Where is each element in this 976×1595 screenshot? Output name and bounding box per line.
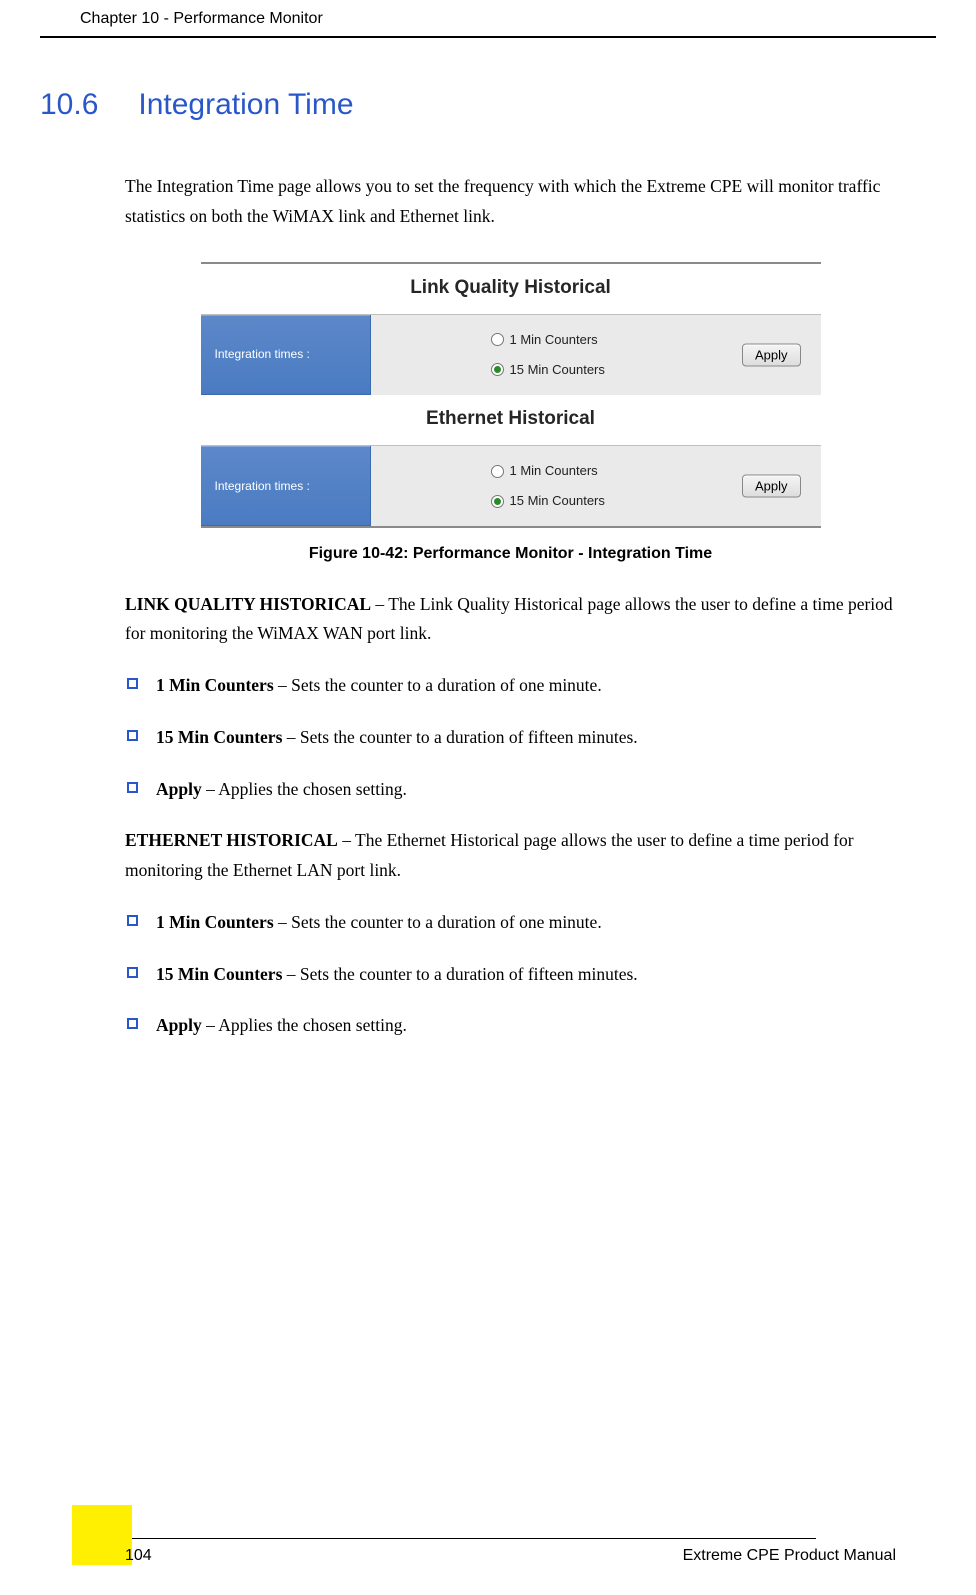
link-quality-row: Integration times : 1 Min Counters 15 Mi… xyxy=(201,314,821,395)
bullet-desc: – Sets the counter to a duration of fift… xyxy=(282,727,637,747)
bullet-text: 15 Min Counters – Sets the counter to a … xyxy=(156,723,896,753)
radio-icon xyxy=(491,495,504,508)
bullet-desc: – Sets the counter to a duration of one … xyxy=(274,912,602,932)
page-footer: 104 Extreme CPE Product Manual xyxy=(0,1538,976,1565)
ethernet-row: Integration times : 1 Min Counters 15 Mi… xyxy=(201,445,821,526)
radio-icon xyxy=(491,465,504,478)
bullet-label: 15 Min Counters xyxy=(156,727,282,747)
bullet-item: 15 Min Counters – Sets the counter to a … xyxy=(125,723,896,753)
ethernet-desc: ETHERNET HISTORICAL – The Ethernet Histo… xyxy=(125,826,896,886)
ethernet-options: 1 Min Counters 15 Min Counters Apply xyxy=(371,446,821,526)
intro-paragraph: The Integration Time page allows you to … xyxy=(125,172,896,232)
bullet-icon xyxy=(127,1018,138,1029)
bullet-text: 15 Min Counters – Sets the counter to a … xyxy=(156,960,896,990)
link-quality-options: 1 Min Counters 15 Min Counters Apply xyxy=(371,315,821,395)
figure-title-ethernet: Ethernet Historical xyxy=(201,395,821,445)
bullet-item: 1 Min Counters – Sets the counter to a d… xyxy=(125,908,896,938)
manual-name: Extreme CPE Product Manual xyxy=(683,1547,896,1565)
bullet-text: 1 Min Counters – Sets the counter to a d… xyxy=(156,908,896,938)
bullet-label: 15 Min Counters xyxy=(156,964,282,984)
bullet-text: Apply – Applies the chosen setting. xyxy=(156,1011,896,1041)
radio-label: 15 Min Counters xyxy=(510,490,605,512)
bullet-icon xyxy=(127,782,138,793)
bullet-icon xyxy=(127,915,138,926)
bullet-icon xyxy=(127,967,138,978)
footer-rule xyxy=(125,1538,816,1539)
apply-button[interactable]: Apply xyxy=(742,475,801,498)
link-quality-heading: LINK QUALITY HISTORICAL xyxy=(125,594,371,614)
bullet-item: Apply – Applies the chosen setting. xyxy=(125,1011,896,1041)
radio-label: 1 Min Counters xyxy=(510,460,598,482)
page-header: Chapter 10 - Performance Monitor xyxy=(40,0,936,38)
apply-button[interactable]: Apply xyxy=(742,343,801,366)
bullet-desc: – Sets the counter to a duration of one … xyxy=(274,675,602,695)
bullet-item: 15 Min Counters – Sets the counter to a … xyxy=(125,960,896,990)
link-quality-desc: LINK QUALITY HISTORICAL – The Link Quali… xyxy=(125,590,896,650)
section-title: Integration Time xyxy=(138,88,353,122)
section-heading: 10.6 Integration Time xyxy=(0,38,976,122)
integration-times-label: Integration times : xyxy=(201,446,371,526)
radio-label: 15 Min Counters xyxy=(510,359,605,381)
figure-caption: Figure 10-42: Performance Monitor - Inte… xyxy=(125,540,896,567)
radio-icon xyxy=(491,333,504,346)
figure-title-link-quality: Link Quality Historical xyxy=(201,264,821,314)
bullet-desc: – Applies the chosen setting. xyxy=(202,779,407,799)
section-number: 10.6 xyxy=(40,88,98,122)
page-number: 104 xyxy=(0,1547,152,1565)
bullet-label: 1 Min Counters xyxy=(156,912,274,932)
bullet-text: Apply – Applies the chosen setting. xyxy=(156,775,896,805)
bullet-label: Apply xyxy=(156,779,202,799)
ethernet-heading: ETHERNET HISTORICAL xyxy=(125,830,338,850)
radio-label: 1 Min Counters xyxy=(510,329,598,351)
bullet-item: Apply – Applies the chosen setting. xyxy=(125,775,896,805)
bullet-icon xyxy=(127,678,138,689)
bullet-label: Apply xyxy=(156,1015,202,1035)
radio-icon xyxy=(491,363,504,376)
main-content: The Integration Time page allows you to … xyxy=(0,122,976,1041)
bullet-text: 1 Min Counters – Sets the counter to a d… xyxy=(156,671,896,701)
integration-times-label: Integration times : xyxy=(201,315,371,395)
bullet-item: 1 Min Counters – Sets the counter to a d… xyxy=(125,671,896,701)
bullet-icon xyxy=(127,730,138,741)
figure-container: Link Quality Historical Integration time… xyxy=(201,262,821,529)
bullet-label: 1 Min Counters xyxy=(156,675,274,695)
bullet-desc: – Applies the chosen setting. xyxy=(202,1015,407,1035)
bullet-desc: – Sets the counter to a duration of fift… xyxy=(282,964,637,984)
